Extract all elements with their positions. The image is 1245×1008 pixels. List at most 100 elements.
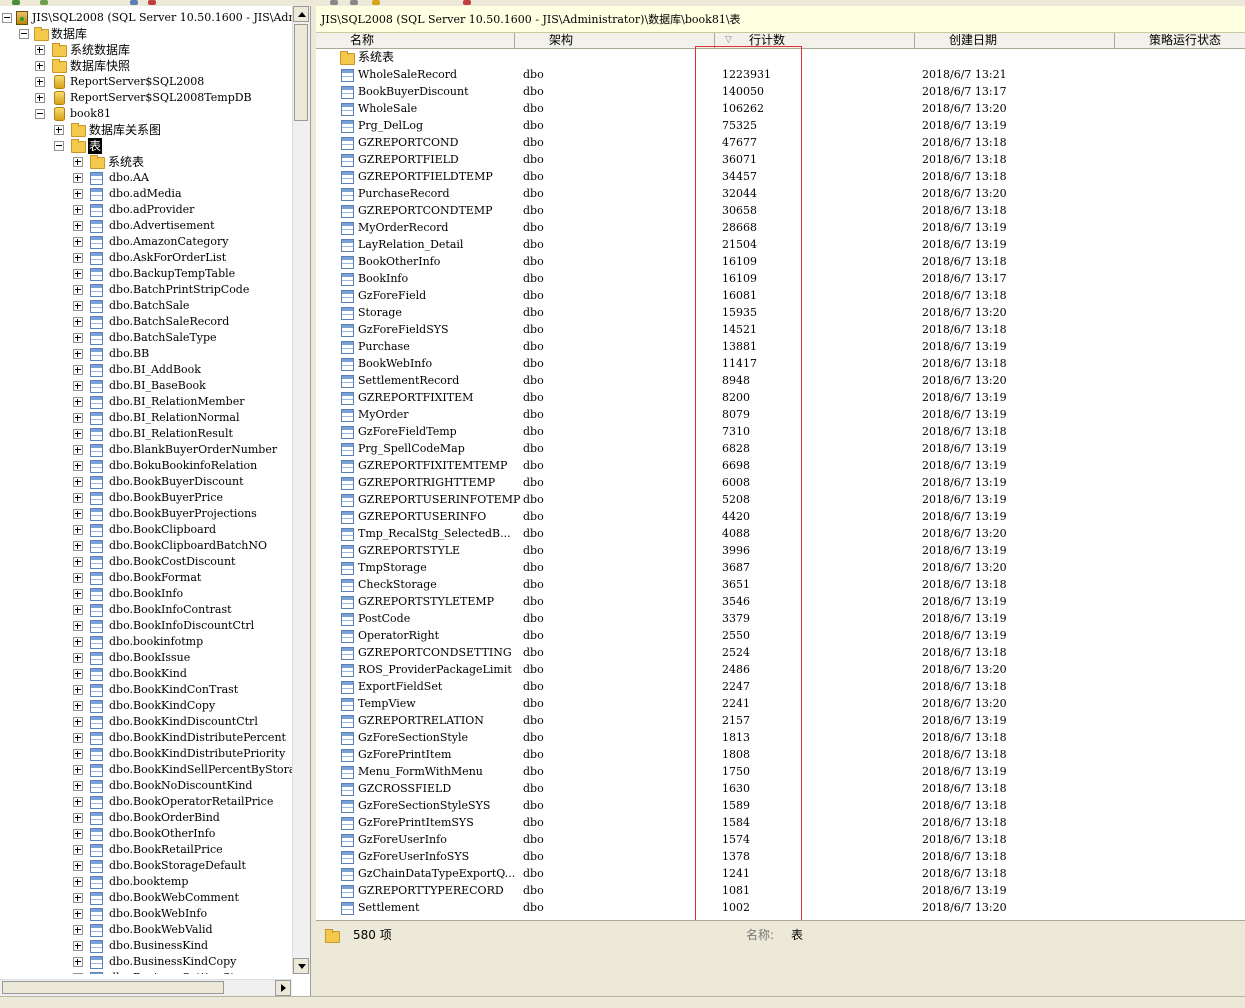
table-row[interactable]: GzForeUserInfo dbo 1574 2018/6/7 13:18 xyxy=(316,831,1245,848)
expand-toggle[interactable] xyxy=(35,77,45,87)
table-row[interactable]: GZREPORTCOND dbo 47677 2018/6/7 13:18 xyxy=(316,134,1245,151)
expand-toggle[interactable] xyxy=(73,333,83,343)
table-row[interactable]: LayRelation_Detail dbo 21504 2018/6/7 13:19 xyxy=(316,236,1245,253)
table-row[interactable]: PurchaseRecord dbo 32044 2018/6/7 13:20 xyxy=(316,185,1245,202)
scroll-thumb[interactable] xyxy=(2,981,224,994)
stop-icon[interactable] xyxy=(148,0,156,5)
table-row[interactable]: GZREPORTTYPERECORD dbo 1081 2018/6/7 13:19 xyxy=(316,882,1245,899)
list-item-system-tables[interactable]: 系统表 xyxy=(316,49,1245,66)
expand-toggle[interactable] xyxy=(73,205,83,215)
expand-toggle[interactable] xyxy=(73,253,83,263)
table-row[interactable]: TmpStorage dbo 3687 2018/6/7 13:20 xyxy=(316,559,1245,576)
table-row[interactable]: GZCROSSFIELD dbo 1630 2018/6/7 13:18 xyxy=(316,780,1245,797)
expand-toggle[interactable] xyxy=(73,829,83,839)
expand-toggle[interactable] xyxy=(73,237,83,247)
expand-toggle[interactable] xyxy=(73,349,83,359)
expand-toggle[interactable] xyxy=(73,605,83,615)
table-row[interactable]: Prg_SpellCodeMap dbo 6828 2018/6/7 13:19 xyxy=(316,440,1245,457)
expand-toggle[interactable] xyxy=(35,61,45,71)
expand-toggle[interactable] xyxy=(73,797,83,807)
expand-toggle[interactable] xyxy=(73,365,83,375)
expand-toggle[interactable] xyxy=(73,973,83,974)
refresh-icon[interactable] xyxy=(130,0,138,5)
expand-toggle[interactable] xyxy=(73,701,83,711)
expand-toggle[interactable] xyxy=(54,125,64,135)
expand-toggle[interactable] xyxy=(73,445,83,455)
table-row[interactable]: BookInfo dbo 16109 2018/6/7 13:17 xyxy=(316,270,1245,287)
expand-toggle[interactable] xyxy=(73,381,83,391)
expand-toggle[interactable] xyxy=(73,957,83,967)
table-row[interactable]: ExportFieldSet dbo 2247 2018/6/7 13:18 xyxy=(316,678,1245,695)
new-icon[interactable] xyxy=(12,0,20,5)
connect-icon[interactable] xyxy=(40,0,48,5)
column-name[interactable]: 名称 xyxy=(316,33,515,48)
table-row[interactable]: GZREPORTRELATION dbo 2157 2018/6/7 13:19 xyxy=(316,712,1245,729)
table-row[interactable]: BookWebInfo dbo 11417 2018/6/7 13:18 xyxy=(316,355,1245,372)
expand-toggle[interactable] xyxy=(73,621,83,631)
expand-toggle[interactable] xyxy=(73,413,83,423)
table-row[interactable]: BookBuyerDiscount dbo 140050 2018/6/7 13:17 xyxy=(316,83,1245,100)
table-row[interactable]: GZREPORTSTYLETEMP dbo 3546 2018/6/7 13:19 xyxy=(316,593,1245,610)
table-row[interactable]: TempView dbo 2241 2018/6/7 13:20 xyxy=(316,695,1245,712)
expand-toggle[interactable] xyxy=(73,173,83,183)
table-row[interactable]: Purchase dbo 13881 2018/6/7 13:19 xyxy=(316,338,1245,355)
collapse-toggle[interactable] xyxy=(2,13,12,23)
column-schema[interactable]: 架构 xyxy=(515,33,715,48)
table-row[interactable]: GzForePrintItemSYS dbo 1584 2018/6/7 13:18 xyxy=(316,814,1245,831)
tree-vertical-scrollbar[interactable] xyxy=(292,6,310,974)
expand-toggle[interactable] xyxy=(73,685,83,695)
table-row[interactable]: GZREPORTCONDTEMP dbo 30658 2018/6/7 13:18 xyxy=(316,202,1245,219)
table-row[interactable]: GZREPORTFIELDTEMP dbo 34457 2018/6/7 13:18 xyxy=(316,168,1245,185)
expand-toggle[interactable] xyxy=(73,525,83,535)
table-row[interactable]: PostCode dbo 3379 2018/6/7 13:19 xyxy=(316,610,1245,627)
scroll-right-button[interactable] xyxy=(275,980,291,996)
expand-toggle[interactable] xyxy=(73,509,83,519)
expand-toggle[interactable] xyxy=(35,93,45,103)
expand-toggle[interactable] xyxy=(73,877,83,887)
expand-toggle[interactable] xyxy=(73,765,83,775)
expand-toggle[interactable] xyxy=(73,477,83,487)
delete-icon[interactable] xyxy=(463,0,471,5)
column-policy[interactable]: 策略运行状态 xyxy=(1115,33,1245,48)
table-row[interactable]: ROS_ProviderPackageLimit dbo 2486 2018/6/7 … xyxy=(316,661,1245,678)
table-row[interactable]: Prg_DelLog dbo 75325 2018/6/7 13:19 xyxy=(316,117,1245,134)
collapse-toggle[interactable] xyxy=(54,141,64,151)
table-row[interactable]: GZREPORTFIXITEM dbo 8200 2018/6/7 13:19 xyxy=(316,389,1245,406)
expand-toggle[interactable] xyxy=(73,813,83,823)
expand-toggle[interactable] xyxy=(73,301,83,311)
expand-toggle[interactable] xyxy=(73,733,83,743)
table-row[interactable]: GzForeUserInfoSYS dbo 1378 2018/6/7 13:18 xyxy=(316,848,1245,865)
table-row[interactable]: Settlement dbo 1002 2018/6/7 13:20 xyxy=(316,899,1245,916)
table-row[interactable]: GZREPORTRIGHTTEMP dbo 6008 2018/6/7 13:19 xyxy=(316,474,1245,491)
table-row[interactable]: MyOrderRecord dbo 28668 2018/6/7 13:19 xyxy=(316,219,1245,236)
expand-toggle[interactable] xyxy=(73,189,83,199)
expand-toggle[interactable] xyxy=(73,589,83,599)
table-row[interactable]: Menu_FormWithMenu dbo 1750 2018/6/7 13:19 xyxy=(316,763,1245,780)
table-row[interactable]: GzForeSectionStyleSYS dbo 1589 2018/6/7 13:… xyxy=(316,797,1245,814)
expand-toggle[interactable] xyxy=(73,893,83,903)
folder-icon[interactable] xyxy=(372,0,380,5)
expand-toggle[interactable] xyxy=(35,45,45,55)
expand-toggle[interactable] xyxy=(73,157,83,167)
expand-toggle[interactable] xyxy=(73,717,83,727)
expand-toggle[interactable] xyxy=(73,461,83,471)
table-row[interactable]: BookOtherInfo dbo 16109 2018/6/7 13:18 xyxy=(316,253,1245,270)
expand-toggle[interactable] xyxy=(73,429,83,439)
table-row[interactable]: GZREPORTFIXITEMTEMP dbo 6698 2018/6/7 13:19 xyxy=(316,457,1245,474)
tree-horizontal-scrollbar[interactable] xyxy=(0,979,292,996)
expand-toggle[interactable] xyxy=(73,653,83,663)
expand-toggle[interactable] xyxy=(73,637,83,647)
expand-toggle[interactable] xyxy=(73,541,83,551)
expand-toggle[interactable] xyxy=(73,397,83,407)
expand-toggle[interactable] xyxy=(73,781,83,791)
table-row[interactable]: SettlementRecord dbo 8948 2018/6/7 13:20 xyxy=(316,372,1245,389)
column-created[interactable]: 创建日期 xyxy=(915,33,1115,48)
table-row[interactable]: GzForeFieldSYS dbo 14521 2018/6/7 13:18 xyxy=(316,321,1245,338)
table-row[interactable]: GZREPORTFIELD dbo 36071 2018/6/7 13:18 xyxy=(316,151,1245,168)
expand-toggle[interactable] xyxy=(73,941,83,951)
table-row[interactable]: GZREPORTCONDSETTING dbo 2524 2018/6/7 13:18 xyxy=(316,644,1245,661)
column-rowcount[interactable]: ▽ 行计数 xyxy=(715,33,915,48)
expand-toggle[interactable] xyxy=(73,573,83,583)
expand-toggle[interactable] xyxy=(73,493,83,503)
back-icon[interactable] xyxy=(330,0,338,5)
